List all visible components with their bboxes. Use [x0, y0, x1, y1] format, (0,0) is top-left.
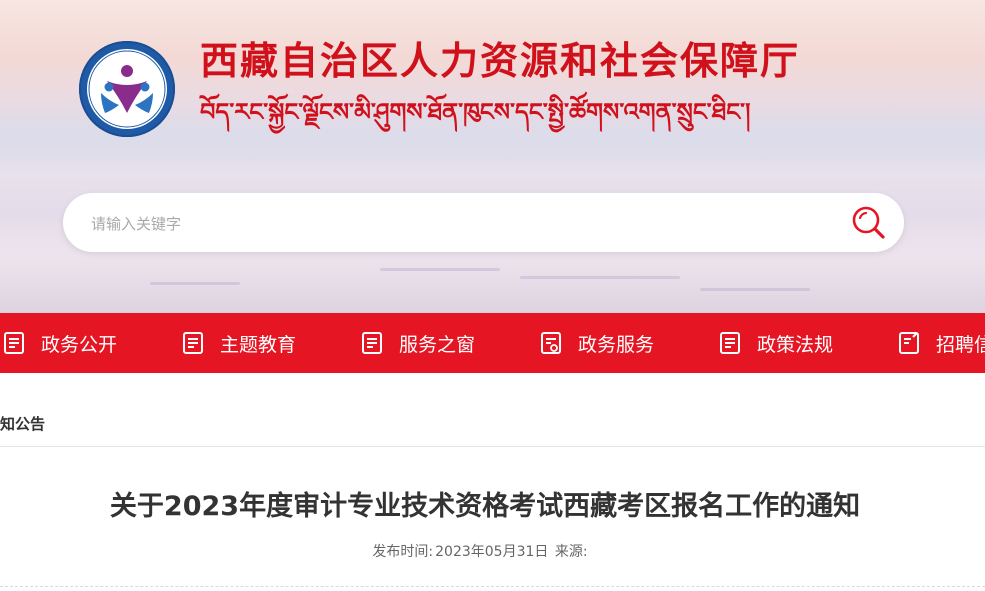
people-emblem-icon — [88, 50, 166, 128]
source-label: 来源: — [554, 544, 588, 560]
nav-item-gov-affairs[interactable]: 政务公开 — [3, 313, 117, 373]
document-list-icon — [4, 332, 24, 354]
banner-streak — [520, 276, 680, 279]
site-title-tibetan: བོད་རང་སྐྱོང་ལྗོངས་མི་ཤུགས་ཐོན་ཁུངས་དང་ས… — [200, 98, 751, 126]
document-edit-icon — [899, 332, 919, 354]
document-list-icon — [362, 332, 382, 354]
article-title: 关于2023年度审计专业技术资格考试西藏考区报名工作的通知 — [109, 491, 861, 522]
site-title: 西藏自治区人力资源和社会保障厅 — [200, 39, 801, 83]
nav-item-policies[interactable]: 政策法规 — [719, 313, 833, 373]
nav-label: 服务之窗 — [399, 333, 476, 356]
nav-item-gov-services[interactable]: 政务服务 — [540, 313, 654, 373]
document-list-icon — [720, 332, 740, 354]
divider — [0, 586, 985, 587]
publish-label: 发布时间: — [372, 544, 434, 560]
publish-date: 2023年05月31日 — [435, 544, 549, 560]
nav-item-theme-education[interactable]: 主题教育 — [182, 313, 296, 373]
search-input[interactable] — [89, 209, 793, 239]
nav-label: 政务服务 — [578, 333, 655, 356]
search-button[interactable] — [849, 203, 889, 243]
banner-haze-bottom — [0, 255, 985, 313]
nav-label: 政务公开 — [41, 333, 118, 356]
header-banner: 西藏自治区人力资源和社会保障厅 བོད་རང་སྐྱོང་ལྗོངས་མི་ཤུ… — [0, 0, 985, 313]
site-logo[interactable] — [79, 41, 175, 137]
nav-item-recruitment[interactable]: 招聘信 — [898, 313, 985, 373]
banner-streak — [380, 268, 500, 271]
breadcrumb[interactable]: 知公告 — [0, 413, 45, 435]
search-bar — [63, 193, 904, 252]
nav-label: 招聘信 — [936, 333, 985, 356]
banner-streak — [150, 282, 240, 285]
document-check-icon — [541, 332, 561, 354]
divider — [0, 446, 985, 447]
nav-label: 政策法规 — [757, 333, 834, 356]
search-icon — [852, 206, 885, 239]
nav-item-service-window[interactable]: 服务之窗 — [361, 313, 475, 373]
article-meta: 发布时间: 2023年05月31日 来源: — [0, 540, 960, 564]
banner-streak — [700, 288, 810, 291]
nav-label: 主题教育 — [220, 333, 297, 356]
document-list-icon — [183, 332, 203, 354]
main-nav: 政务公开 主题教育 服务之窗 政务服务 政策法规 招聘信 — [0, 313, 985, 373]
